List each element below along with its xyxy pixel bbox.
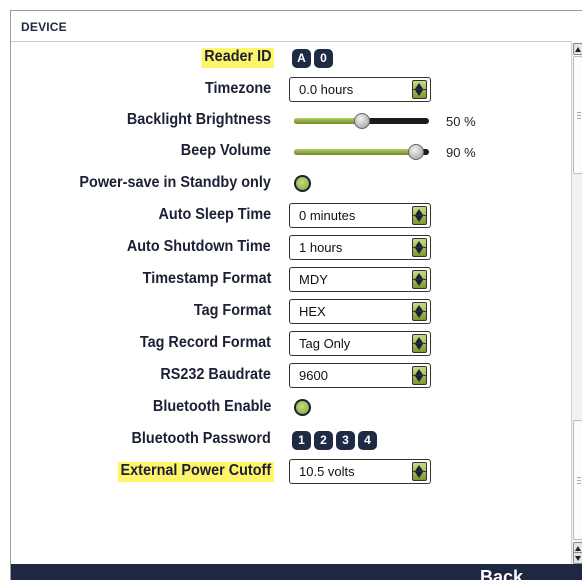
tag-format-label: Tag Format — [193, 302, 271, 319]
settings-list: Reader ID A0 Timezone 0.0 hours Backligh… — [11, 42, 571, 542]
backlight-slider[interactable] — [294, 113, 429, 129]
bt-password-key-3[interactable]: 3 — [336, 431, 355, 450]
spin-down-icon[interactable] — [415, 90, 423, 96]
tag-record-format-value: Tag Only — [299, 336, 351, 351]
slider-knob[interactable] — [407, 144, 424, 160]
reader-id-label: Reader ID — [201, 48, 274, 68]
beep-row: Beep Volume 90 % — [11, 136, 571, 168]
grip-line — [577, 118, 581, 119]
beep-label: Beep Volume — [180, 142, 271, 159]
scroll-down-icon — [575, 556, 581, 561]
scroll-thumb-upper[interactable] — [573, 56, 582, 174]
bt-enable-label: Bluetooth Enable — [152, 398, 271, 415]
backlight-row: Backlight Brightness 50 % — [11, 105, 571, 137]
beep-slider[interactable] — [294, 144, 429, 160]
grip-line — [577, 112, 581, 113]
reader-id-key-1[interactable]: A — [292, 49, 311, 68]
auto-sleep-select[interactable]: 0 minutes — [289, 203, 431, 228]
bt-password-label: Bluetooth Password — [131, 430, 271, 447]
grip-line — [577, 483, 581, 484]
bt-enable-row: Bluetooth Enable — [11, 392, 571, 424]
spin-down-icon[interactable] — [415, 216, 423, 222]
scroll-up-button[interactable] — [573, 43, 582, 55]
auto-sleep-value: 0 minutes — [299, 208, 356, 223]
vertical-scrollbar[interactable] — [571, 42, 582, 564]
ext-power-spinner[interactable] — [412, 462, 427, 481]
power-save-row: Power-save in Standby only — [11, 168, 571, 200]
bt-password-key-1[interactable]: 1 — [292, 431, 311, 450]
timestamp-format-spinner[interactable] — [412, 270, 427, 289]
timezone-select[interactable]: 0.0 hours — [289, 77, 431, 102]
spin-down-icon[interactable] — [415, 472, 423, 478]
power-save-label: Power-save in Standby only — [79, 174, 271, 191]
spin-down-icon[interactable] — [415, 344, 423, 350]
tag-format-value: HEX — [299, 304, 326, 319]
auto-sleep-row: Auto Sleep Time 0 minutes — [11, 200, 571, 232]
reader-id-key-2[interactable]: 0 — [314, 49, 333, 68]
section-title: DEVICE — [21, 20, 67, 34]
tag-format-spinner[interactable] — [412, 302, 427, 321]
power-save-toggle[interactable] — [294, 175, 311, 192]
spin-down-icon[interactable] — [415, 312, 423, 318]
timezone-row: Timezone 0.0 hours — [11, 74, 571, 106]
rs232-label: RS232 Baudrate — [160, 366, 271, 383]
device-settings-window: DEVICE Reader ID A0 Timezone 0.0 hours B… — [10, 10, 582, 580]
auto-sleep-label: Auto Sleep Time — [158, 206, 271, 223]
ext-power-select[interactable]: 10.5 volts — [289, 459, 431, 484]
tag-record-format-spinner[interactable] — [412, 334, 427, 353]
slider-fill — [294, 149, 416, 155]
slider-fill — [294, 118, 362, 124]
spin-down-icon[interactable] — [415, 248, 423, 254]
back-button[interactable]: Back — [480, 567, 523, 580]
timestamp-format-value: MDY — [299, 272, 328, 287]
tag-format-select[interactable]: HEX — [289, 299, 431, 324]
rs232-value: 9600 — [299, 368, 328, 383]
timestamp-format-select[interactable]: MDY — [289, 267, 431, 292]
grip-line — [577, 115, 581, 116]
rs232-spinner[interactable] — [412, 366, 427, 385]
scroll-down-button[interactable] — [573, 552, 582, 564]
ext-power-value: 10.5 volts — [299, 464, 355, 479]
reader-id-keys: A0 — [292, 49, 336, 69]
ext-power-label: External Power Cutoff — [117, 462, 274, 482]
slider-knob[interactable] — [353, 113, 370, 129]
tag-record-format-label: Tag Record Format — [139, 334, 271, 351]
auto-shutdown-select[interactable]: 1 hours — [289, 235, 431, 260]
bt-password-row: Bluetooth Password 1234 — [11, 424, 571, 456]
bt-enable-toggle[interactable] — [294, 399, 311, 416]
timestamp-format-label: Timestamp Format — [142, 270, 271, 287]
bt-password-key-4[interactable]: 4 — [358, 431, 377, 450]
scroll-up-icon — [575, 47, 581, 52]
auto-shutdown-value: 1 hours — [299, 240, 343, 255]
reader-id-row: Reader ID A0 — [11, 42, 571, 74]
beep-percent: 90 % — [446, 145, 476, 160]
section-header: DEVICE — [11, 11, 571, 42]
rs232-row: RS232 Baudrate 9600 — [11, 360, 571, 392]
timezone-spinner[interactable] — [412, 80, 427, 99]
ext-power-row: External Power Cutoff 10.5 volts — [11, 456, 571, 488]
auto-shutdown-label: Auto Shutdown Time — [127, 238, 271, 255]
grip-line — [577, 477, 581, 478]
backlight-label: Backlight Brightness — [126, 111, 271, 128]
footer-bar: Back — [11, 564, 582, 580]
bt-password-key-2[interactable]: 2 — [314, 431, 333, 450]
timezone-value: 0.0 hours — [299, 82, 354, 97]
timestamp-format-row: Timestamp Format MDY — [11, 264, 571, 296]
tag-record-format-row: Tag Record Format Tag Only — [11, 328, 571, 360]
rs232-select[interactable]: 9600 — [289, 363, 431, 388]
auto-shutdown-spinner[interactable] — [412, 238, 427, 257]
spin-down-icon[interactable] — [415, 376, 423, 382]
tag-format-row: Tag Format HEX — [11, 296, 571, 328]
scroll-up-icon — [575, 546, 581, 551]
timezone-label: Timezone — [204, 80, 271, 97]
auto-shutdown-row: Auto Shutdown Time 1 hours — [11, 232, 571, 264]
tag-record-format-select[interactable]: Tag Only — [289, 331, 431, 356]
grip-line — [577, 480, 581, 481]
bt-password-keys: 1234 — [292, 431, 380, 451]
auto-sleep-spinner[interactable] — [412, 206, 427, 225]
spin-down-icon[interactable] — [415, 280, 423, 286]
scroll-thumb-lower[interactable] — [573, 420, 582, 540]
backlight-percent: 50 % — [446, 114, 476, 129]
